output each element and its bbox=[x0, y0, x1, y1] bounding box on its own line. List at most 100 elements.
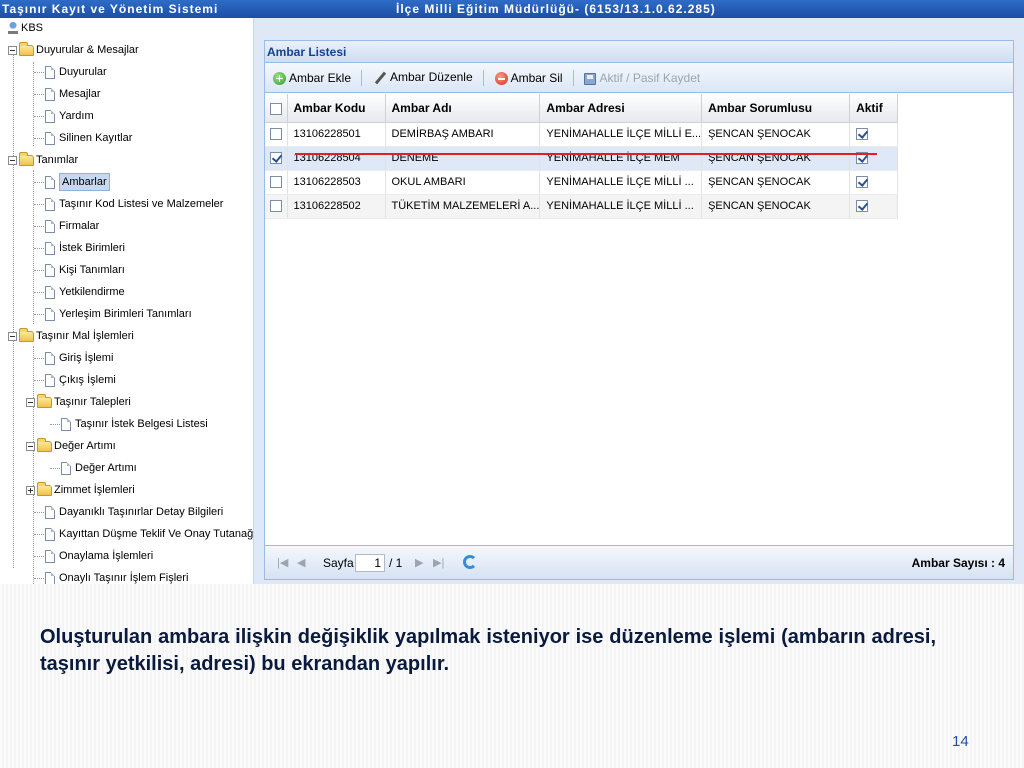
add-icon bbox=[273, 71, 286, 85]
save-active-passive-button[interactable]: Aktif / Pasif Kaydet bbox=[584, 71, 700, 85]
page-icon bbox=[45, 307, 55, 321]
folder-open-icon bbox=[19, 327, 34, 342]
active-checkbox[interactable] bbox=[856, 200, 869, 213]
tree-item-deger-artimi[interactable]: Değer Artımı bbox=[50, 458, 137, 478]
collapse-toggle-icon[interactable] bbox=[8, 45, 17, 55]
folder-open-icon bbox=[19, 41, 34, 56]
cell-code: 13106228501 bbox=[287, 122, 386, 147]
cell-owner: ŞENCAN ŞENOCAK bbox=[701, 146, 851, 171]
table-row[interactable]: 13106228503 OKUL AMBARI YENİMAHALLE İLÇE… bbox=[265, 170, 899, 195]
tree-folder-tasinir-mal-islemleri[interactable]: Taşınır Mal İşlemleri bbox=[8, 326, 134, 346]
folder-open-icon bbox=[37, 393, 52, 408]
edit-warehouse-button[interactable]: Ambar Düzenle bbox=[373, 70, 473, 85]
tree-folder-tanimlar[interactable]: Tanımlar bbox=[8, 150, 78, 170]
refresh-icon[interactable] bbox=[463, 555, 477, 569]
delete-icon bbox=[494, 71, 508, 85]
title-bar: Taşınır Kayıt ve Yönetim Sistemi İlçe Mi… bbox=[0, 0, 1024, 18]
tree-item-giris-islemi[interactable]: Giriş İşlemi bbox=[34, 348, 113, 368]
column-header-address[interactable]: Ambar Adresi bbox=[539, 94, 703, 123]
page-icon bbox=[45, 549, 55, 563]
page-icon bbox=[45, 175, 55, 189]
tree-item-ambarlar[interactable]: Ambarlar bbox=[34, 172, 110, 192]
active-checkbox[interactable] bbox=[856, 128, 869, 141]
column-header-owner[interactable]: Ambar Sorumlusu bbox=[701, 94, 851, 123]
column-header-active[interactable]: Aktif bbox=[849, 94, 899, 123]
page-icon bbox=[45, 527, 55, 541]
row-checkbox[interactable] bbox=[270, 128, 282, 141]
table-row[interactable]: 13106228501 DEMİRBAŞ AMBARI YENİMAHALLE … bbox=[265, 122, 899, 147]
organization-title: İlçe Milli Eğitim Müdürlüğü- (6153/13.1.… bbox=[396, 2, 716, 16]
column-header-name[interactable]: Ambar Adı bbox=[385, 94, 541, 123]
page-icon bbox=[45, 241, 55, 255]
save-icon bbox=[584, 72, 597, 85]
tree-item-yerlesim-birimleri[interactable]: Yerleşim Birimleri Tanımları bbox=[34, 304, 192, 324]
tree-item-kayittan-dusme[interactable]: Kayıttan Düşme Teklif Ve Onay Tutanağı bbox=[34, 524, 253, 544]
tree-item-dayanikli-tasinirlar[interactable]: Dayanıklı Taşınırlar Detay Bilgileri bbox=[34, 502, 223, 522]
toolbar-separator bbox=[573, 69, 575, 86]
tree-folder-deger-artimi[interactable]: Değer Artımı bbox=[26, 436, 116, 456]
collapse-toggle-icon[interactable] bbox=[26, 397, 35, 407]
tree-item-onayli-tasinir-islem-fisleri[interactable]: Onaylı Taşınır İşlem Fişleri bbox=[34, 568, 188, 584]
cell-name: DEMİRBAŞ AMBARI bbox=[385, 122, 541, 147]
table-row[interactable]: 13106228502 TÜKETİM MALZEMELERİ A... YEN… bbox=[265, 194, 899, 219]
select-all-checkbox-cell[interactable] bbox=[265, 94, 288, 123]
tree-item-yetkilendirme[interactable]: Yetkilendirme bbox=[34, 282, 125, 302]
page-icon bbox=[45, 263, 55, 277]
page-icon bbox=[45, 373, 55, 387]
cell-code: 13106228503 bbox=[287, 170, 386, 195]
tree-item-kisi-tanimlari[interactable]: Kişi Tanımları bbox=[34, 260, 125, 280]
expand-toggle-icon[interactable] bbox=[26, 485, 35, 495]
last-page-icon[interactable]: ▶| bbox=[433, 557, 444, 569]
tree-folder-duyurular-mesajlar[interactable]: Duyurular & Mesajlar bbox=[8, 40, 139, 60]
page-icon bbox=[45, 109, 55, 123]
row-checkbox[interactable] bbox=[270, 152, 282, 165]
highlight-underline bbox=[295, 153, 877, 155]
slide-page-number: 14 bbox=[952, 733, 969, 750]
kbs-icon bbox=[8, 22, 18, 35]
delete-warehouse-button[interactable]: Ambar Sil bbox=[494, 71, 563, 85]
tree-item-silinen-kayitlar[interactable]: Silinen Kayıtlar bbox=[34, 128, 132, 148]
tree-item-mesajlar[interactable]: Mesajlar bbox=[34, 84, 101, 104]
tree-item-tasinir-kod-listesi[interactable]: Taşınır Kod Listesi ve Malzemeler bbox=[34, 194, 223, 214]
tree-item-firmalar[interactable]: Firmalar bbox=[34, 216, 99, 236]
select-all-checkbox[interactable] bbox=[270, 102, 282, 115]
tree-folder-zimmet-islemleri[interactable]: Zimmet İşlemleri bbox=[26, 480, 135, 500]
first-page-icon[interactable]: |◀ bbox=[277, 557, 288, 569]
page-number-input[interactable] bbox=[355, 554, 385, 572]
ambar-list-panel: Ambar Listesi Ambar Ekle Ambar Düzenle A… bbox=[264, 40, 1014, 580]
row-checkbox[interactable] bbox=[270, 200, 282, 213]
previous-page-icon[interactable]: ◀ bbox=[297, 557, 307, 569]
table-row-selected[interactable]: 13106228504 DENEME YENİMAHALLE İLÇE MEM … bbox=[265, 146, 899, 171]
page-label: Sayfa bbox=[323, 556, 354, 570]
active-checkbox[interactable] bbox=[856, 176, 869, 189]
cell-owner: ŞENCAN ŞENOCAK bbox=[701, 194, 851, 219]
cell-address: YENİMAHALLE İLÇE MİLLİ ... bbox=[539, 170, 703, 195]
tree-item-yardim[interactable]: Yardım bbox=[34, 106, 94, 126]
column-header-code[interactable]: Ambar Kodu bbox=[287, 94, 386, 123]
tree-item-duyurular[interactable]: Duyurular bbox=[34, 62, 107, 82]
tree-item-onaylama-islemleri[interactable]: Onaylama İşlemleri bbox=[34, 546, 153, 566]
tree-folder-tasinir-talepleri[interactable]: Taşınır Talepleri bbox=[26, 392, 131, 412]
next-page-icon[interactable]: ▶ bbox=[415, 557, 425, 569]
slide-caption: Oluşturulan ambara ilişkin değişiklik ya… bbox=[40, 626, 936, 675]
page-icon bbox=[45, 219, 55, 233]
warehouse-count: Ambar Sayısı : 4 bbox=[911, 556, 1005, 570]
tree-guide-line bbox=[13, 48, 14, 568]
add-warehouse-button[interactable]: Ambar Ekle bbox=[273, 71, 351, 85]
collapse-toggle-icon[interactable] bbox=[8, 155, 17, 165]
tree-item-cikis-islemi[interactable]: Çıkış İşlemi bbox=[34, 370, 116, 390]
navigation-tree: KBS Duyurular & Mesajlar Duyurular Mesaj… bbox=[0, 18, 254, 584]
cell-address: YENİMAHALLE İLÇE MİLLİ ... bbox=[539, 194, 703, 219]
folder-open-icon bbox=[19, 151, 34, 166]
folder-open-icon bbox=[37, 437, 52, 452]
tree-root-kbs[interactable]: KBS bbox=[8, 18, 43, 38]
pencil-icon bbox=[373, 71, 387, 85]
row-checkbox[interactable] bbox=[270, 176, 282, 189]
tree-item-tasinir-istek-belgesi-listesi[interactable]: Taşınır İstek Belgesi Listesi bbox=[50, 414, 208, 434]
collapse-toggle-icon[interactable] bbox=[8, 331, 17, 341]
toolbar-separator bbox=[483, 69, 485, 86]
grid-header-row: Ambar Kodu Ambar Adı Ambar Adresi Ambar … bbox=[265, 94, 899, 123]
page-icon bbox=[45, 571, 55, 584]
collapse-toggle-icon[interactable] bbox=[26, 441, 35, 451]
tree-item-istek-birimleri[interactable]: İstek Birimleri bbox=[34, 238, 125, 258]
